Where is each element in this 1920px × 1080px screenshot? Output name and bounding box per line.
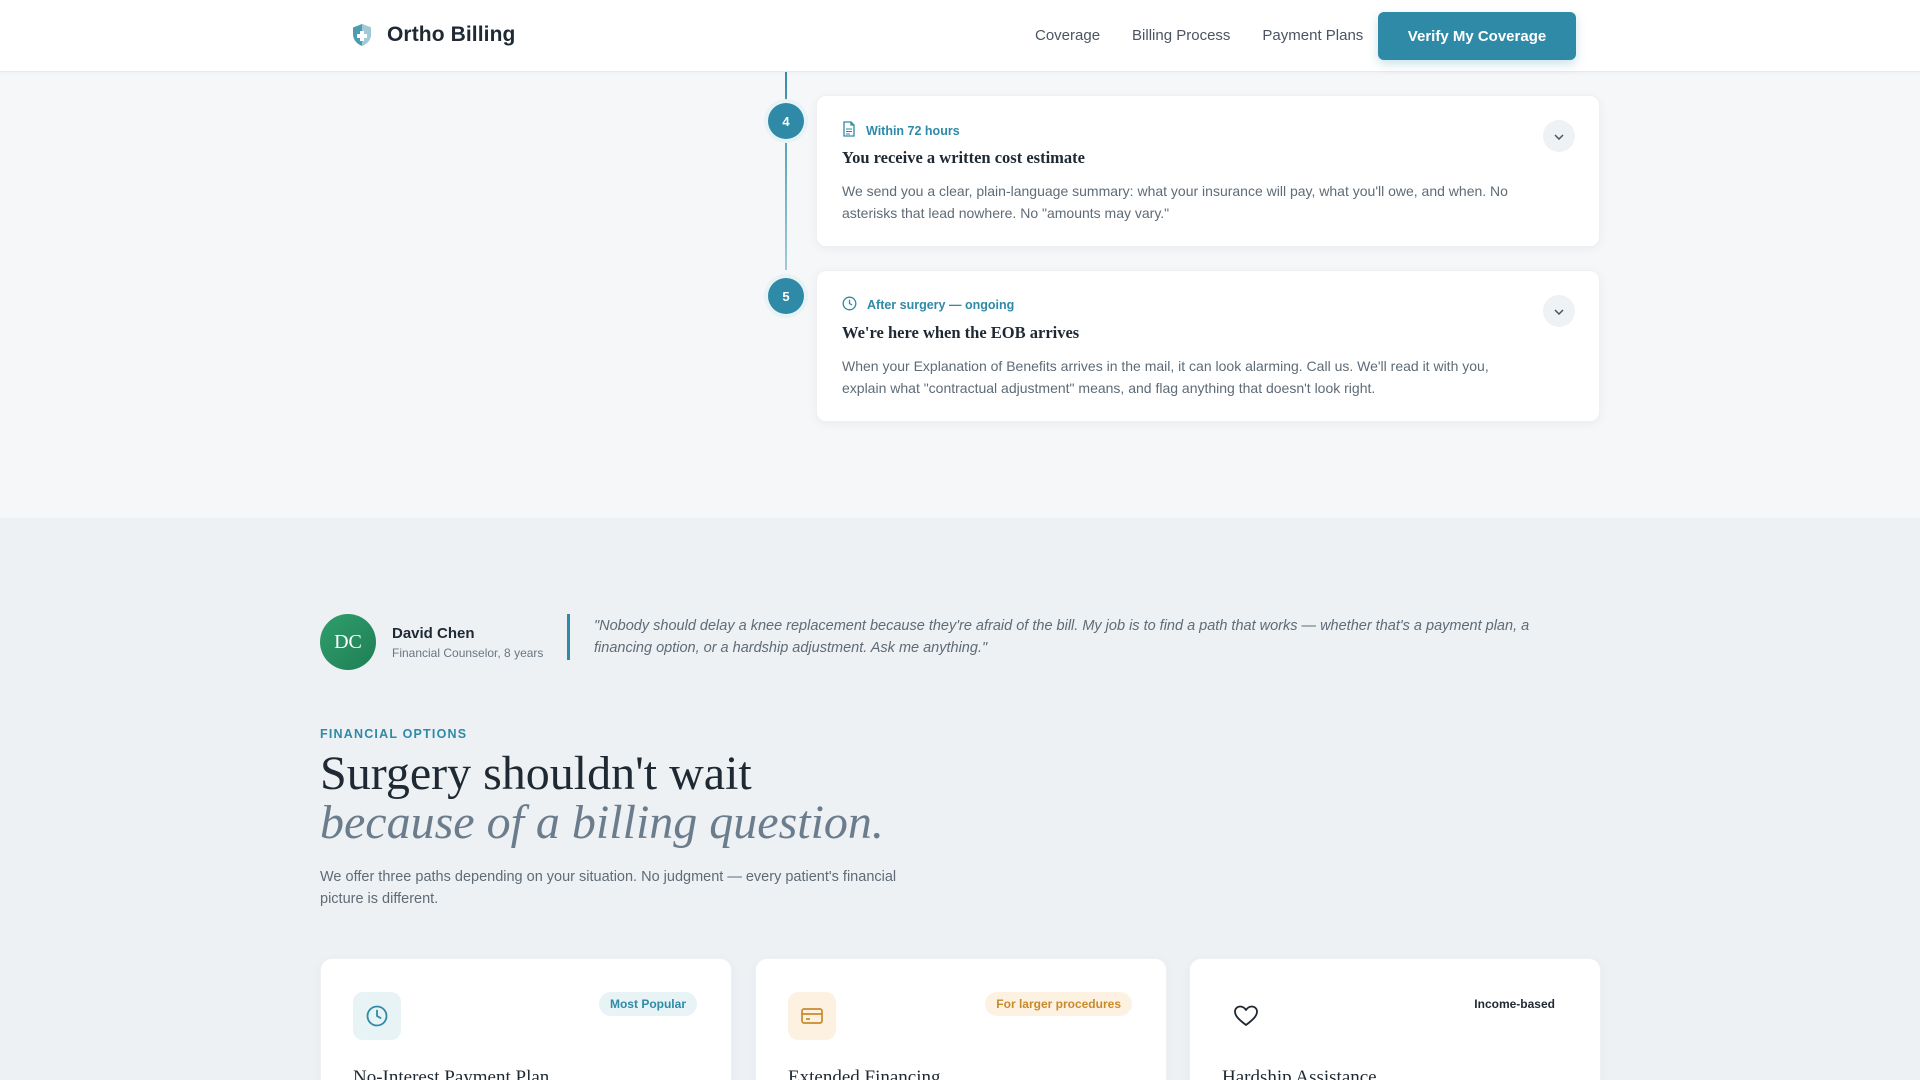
brand-name: Ortho Billing [387,23,516,46]
counselor-role: Financial Counselor, 8 years [392,645,544,660]
heart-icon [1222,992,1270,1040]
step-card[interactable]: Within 72 hours You receive a written co… [816,95,1600,247]
option-badge: Most Popular [598,992,697,1016]
option-card-payment-plan[interactable]: Most Popular No-Interest Payment Plan [320,958,732,1080]
option-badge: Income-based [1474,997,1555,1011]
option-title: Extended Financing [788,1067,941,1080]
chevron-down-icon [1554,127,1564,145]
section-heading: Surgery shouldn't wait [320,747,752,800]
step-title: We're here when the EOB arrives [842,323,1080,342]
option-title: No-Interest Payment Plan [353,1067,550,1080]
step-title: You receive a written cost estimate [842,148,1085,167]
nav-payment-plans[interactable]: Payment Plans [1262,27,1363,44]
counselor-quote: "Nobody should delay a knee replacement … [594,618,1530,656]
counselor-info: David Chen Financial Counselor, 8 years [392,625,543,660]
expand-button[interactable] [1543,120,1575,152]
main-nav: Coverage Billing Process Payment Plans [1035,27,1363,44]
option-card-hardship[interactable]: Income-based Hardship Assistance [1189,958,1601,1080]
timeline-line [785,60,787,270]
clock-icon [842,296,857,314]
step-description: We send you a clear, plain-language summ… [842,183,1508,221]
step-number: 5 [768,278,804,314]
option-card-financing[interactable]: For larger procedures Extended Financing [755,958,1167,1080]
clock-icon [353,992,401,1040]
nav-billing-process[interactable]: Billing Process [1132,27,1230,44]
option-title: Hardship Assistance [1222,1067,1377,1080]
avatar: DC [320,614,376,670]
section-lead: We offer three paths depending on your s… [320,869,897,907]
nav-coverage[interactable]: Coverage [1035,27,1100,44]
section-heading-italic: because of a billing question. [320,796,884,849]
step-tag: Within 72 hours [842,121,960,140]
step-tag-label: Within 72 hours [866,123,960,138]
section-kicker: FINANCIAL OPTIONS [320,727,468,741]
document-icon [842,121,856,140]
chevron-down-icon [1554,302,1564,320]
step-tag-label: After surgery — ongoing [867,298,1015,312]
counselor-name: David Chen [392,624,475,642]
verify-coverage-button[interactable]: Verify My Coverage [1378,12,1576,60]
site-header: Ortho Billing Coverage Billing Process P… [0,0,1920,72]
step-description: When your Explanation of Benefits arrive… [842,358,1489,396]
expand-button[interactable] [1543,295,1575,327]
shield-icon [349,22,375,48]
brand[interactable]: Ortho Billing [349,22,515,48]
quote-divider [567,614,570,660]
step-tag: After surgery — ongoing [842,296,1014,314]
step-card[interactable]: After surgery — ongoing We're here when … [816,270,1600,422]
step-number: 4 [768,103,804,139]
credit-card-icon [788,992,836,1040]
option-badge: For larger procedures [985,992,1132,1016]
counselor-card: DC David Chen Financial Counselor, 8 yea… [320,614,543,670]
